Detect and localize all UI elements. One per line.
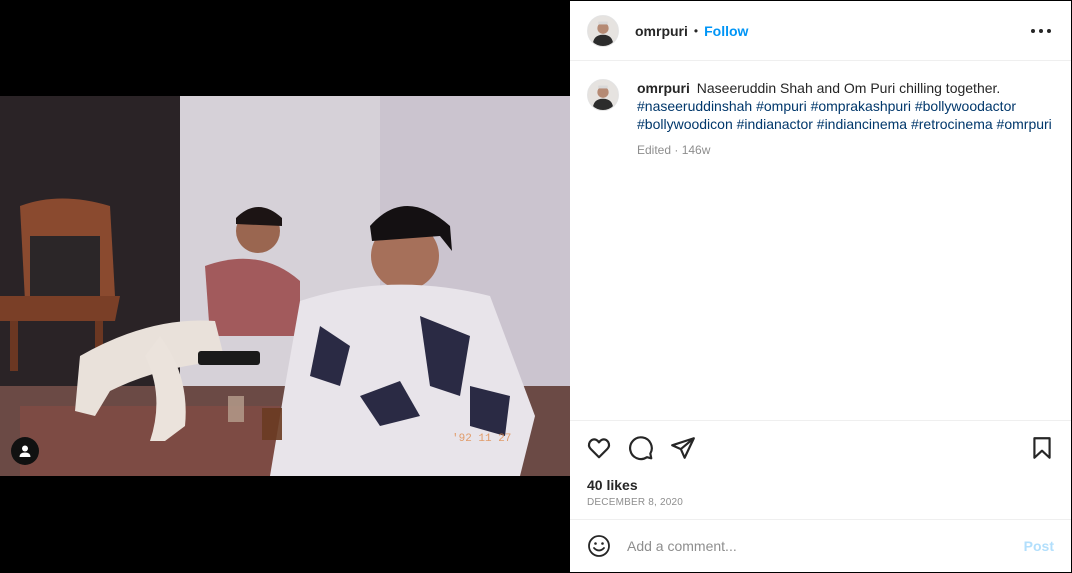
follow-button[interactable]: Follow <box>704 23 748 39</box>
caption-avatar-image <box>588 80 618 110</box>
post-photo[interactable]: '92 11 27 <box>0 96 570 476</box>
caption-meta: Edited · 146w <box>637 143 711 157</box>
comment-icon[interactable] <box>628 435 654 461</box>
post-date: DECEMBER 8, 2020 <box>587 497 684 508</box>
separator-dot: • <box>693 23 699 38</box>
avatar[interactable] <box>587 14 619 47</box>
likes-count[interactable]: 40 likes <box>587 477 638 493</box>
caption-text: omrpuri Naseeruddin Shah and Om Puri chi… <box>637 79 1057 159</box>
share-icon[interactable] <box>670 435 696 461</box>
caption-username[interactable]: omrpuri <box>637 80 690 96</box>
header-username[interactable]: omrpuri <box>635 23 688 39</box>
post-comment-button[interactable]: Post <box>1024 538 1054 554</box>
caption-hashtags[interactable]: #naseeruddinshah #ompuri #omprakashpuri … <box>637 98 1052 132</box>
heart-icon[interactable] <box>586 435 612 461</box>
user-tag-button[interactable] <box>11 437 39 465</box>
caption-block: omrpuri Naseeruddin Shah and Om Puri chi… <box>587 79 1057 159</box>
photo-date-stamp: '92 11 27 <box>452 433 511 445</box>
post-header: omrpuri • Follow <box>570 1 1071 61</box>
emoji-icon[interactable] <box>587 534 611 558</box>
post-side-panel: omrpuri • Follow omrpuri Naseeruddin Sha… <box>570 1 1071 572</box>
post-photo-image: '92 11 27 <box>0 96 570 476</box>
comment-bar: Post <box>570 519 1071 572</box>
caption-avatar[interactable] <box>587 79 619 111</box>
user-tag-icon <box>19 445 31 457</box>
action-icons <box>586 435 696 461</box>
comment-input[interactable] <box>627 538 1007 554</box>
bookmark-icon[interactable] <box>1029 435 1055 461</box>
actions-section: 40 likes DECEMBER 8, 2020 <box>570 420 1071 520</box>
more-options-icon[interactable] <box>1031 23 1051 39</box>
avatar-image <box>588 15 618 46</box>
caption-body: Naseeruddin Shah and Om Puri chilling to… <box>696 80 1001 96</box>
post-media-area: '92 11 27 <box>0 0 570 573</box>
